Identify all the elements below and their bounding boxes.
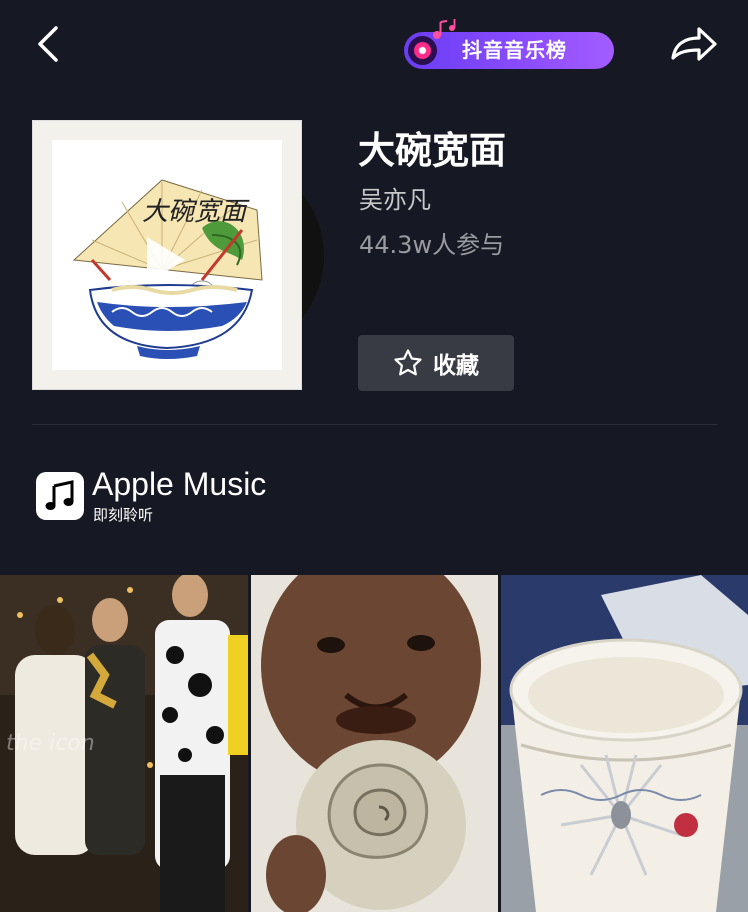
share-button[interactable] bbox=[664, 20, 724, 68]
svg-text:大碗宽面: 大碗宽面 bbox=[142, 197, 250, 227]
favorite-label: 收藏 bbox=[433, 353, 479, 379]
play-icon[interactable] bbox=[143, 233, 189, 287]
video-thumbnail[interactable] bbox=[251, 575, 498, 912]
share-arrow-icon bbox=[671, 27, 717, 61]
video-thumbnail[interactable]: the icon bbox=[0, 575, 248, 912]
section-divider bbox=[32, 424, 718, 425]
back-button[interactable] bbox=[26, 20, 70, 68]
music-notes-icon bbox=[433, 19, 456, 39]
svg-text:the icon: the icon bbox=[6, 731, 95, 756]
song-title: 大碗宽面 bbox=[358, 129, 506, 172]
music-detail-page: 抖音音乐榜 大碗宽面 大碗宽面 吴亦凡 44.3w人参与 收藏 Apple Mu… bbox=[0, 0, 748, 912]
music-chart-label: 抖音音乐榜 bbox=[462, 38, 567, 62]
song-artist[interactable]: 吴亦凡 bbox=[359, 180, 431, 215]
apple-music-name: Apple Music bbox=[92, 466, 267, 502]
favorite-button[interactable]: 收藏 bbox=[358, 335, 514, 391]
apple-music-subtitle: 即刻聆听 bbox=[93, 506, 154, 524]
participant-count: 44.3w人参与 bbox=[359, 231, 505, 259]
video-grid: the icon bbox=[0, 575, 748, 912]
video-thumbnail[interactable] bbox=[501, 575, 748, 912]
star-outline-icon bbox=[394, 349, 422, 376]
music-note-icon bbox=[36, 472, 84, 520]
chevron-left-icon bbox=[38, 26, 58, 62]
music-disc-icon bbox=[408, 36, 437, 65]
music-chart-badge[interactable]: 抖音音乐榜 bbox=[404, 19, 614, 69]
